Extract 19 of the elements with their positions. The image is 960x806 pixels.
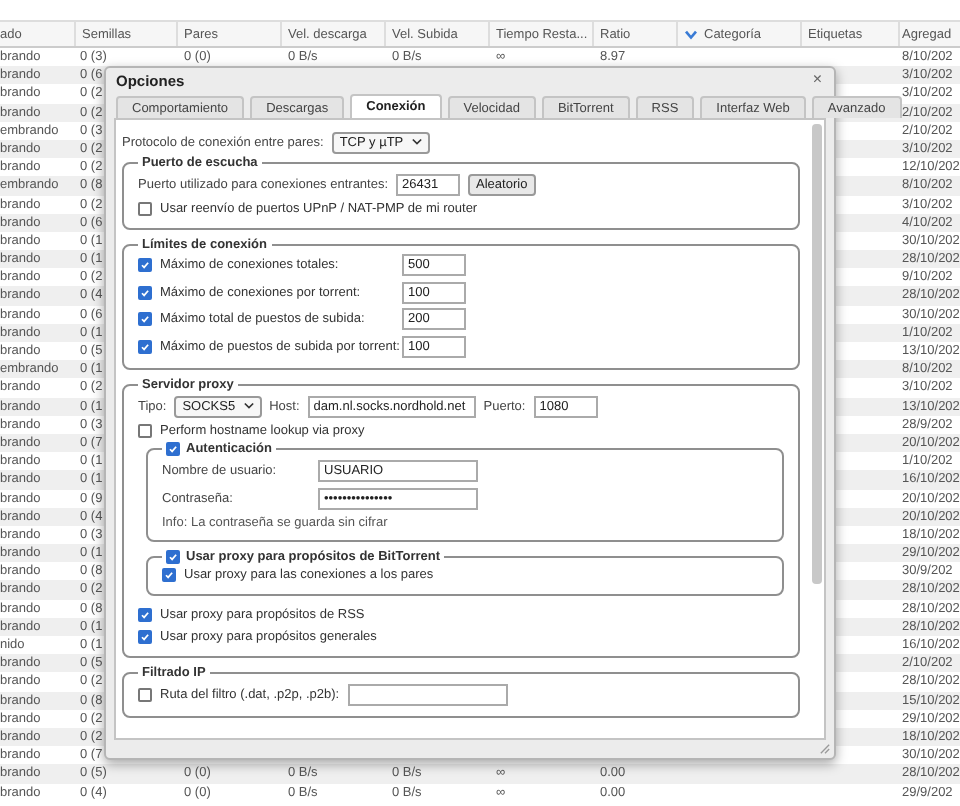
checkbox[interactable] xyxy=(138,312,152,327)
checkbox[interactable] xyxy=(138,202,152,216)
caret-icon xyxy=(243,402,254,410)
checkbox[interactable] xyxy=(138,424,152,438)
scrollbar-thumb[interactable] xyxy=(812,124,822,584)
sort-chevron-icon xyxy=(684,29,698,39)
checkbox[interactable] xyxy=(138,630,152,644)
checkbox[interactable] xyxy=(138,258,152,273)
filter-path-field[interactable] xyxy=(347,683,508,705)
checkbox[interactable] xyxy=(138,285,152,300)
checkbox[interactable] xyxy=(138,687,152,701)
checkbox[interactable] xyxy=(166,550,180,564)
close-button[interactable]: × xyxy=(812,72,822,88)
checkbox[interactable] xyxy=(162,568,176,582)
checkbox[interactable] xyxy=(138,339,152,354)
resize-grip-icon[interactable] xyxy=(820,744,830,754)
checkbox[interactable] xyxy=(166,442,180,456)
checkbox[interactable] xyxy=(138,608,152,622)
caret-icon xyxy=(411,138,422,146)
